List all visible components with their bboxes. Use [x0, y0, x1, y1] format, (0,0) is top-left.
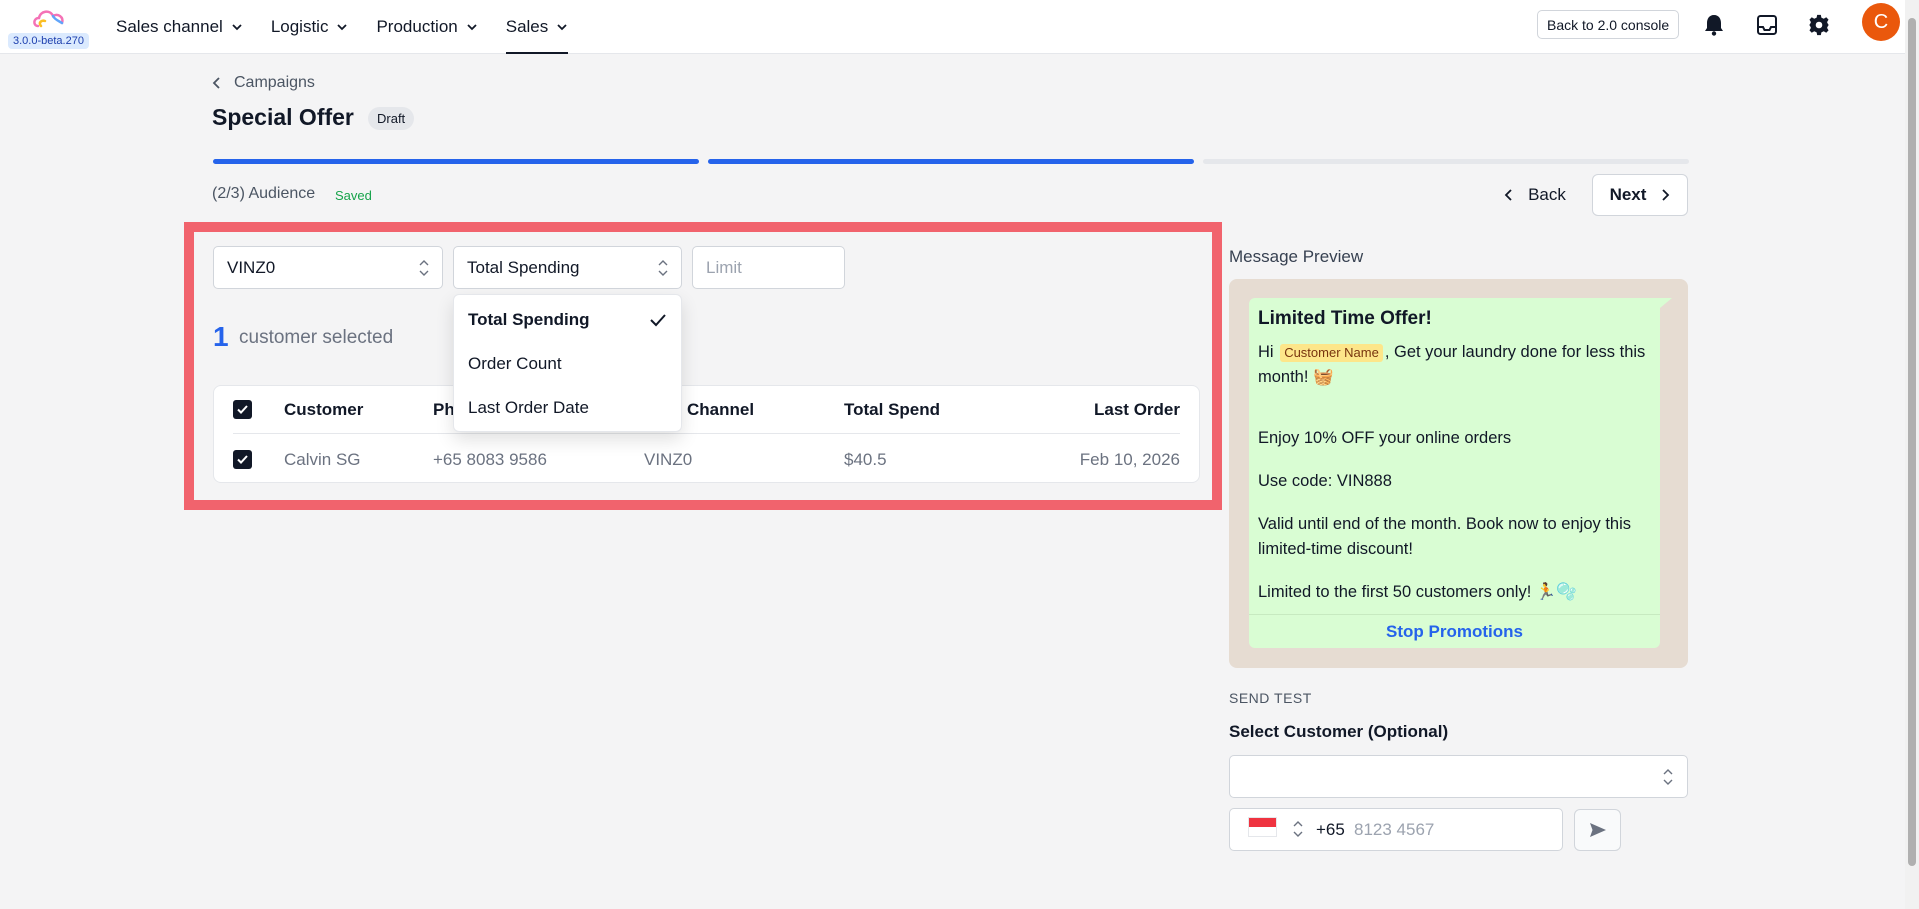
cell-customer: Calvin SG — [284, 450, 361, 469]
message-line: Enjoy 10% OFF your online orders — [1258, 429, 1512, 447]
sort-option-label: Total Spending — [468, 310, 590, 329]
country-code: +65 — [1316, 820, 1345, 839]
row-checkbox[interactable] — [233, 450, 252, 469]
phone-field: +65 — [1229, 808, 1563, 851]
phone-input[interactable] — [1354, 815, 1554, 844]
top-navbar: 3.0.0-beta.270 Sales channel Logistic Pr… — [0, 0, 1905, 54]
send-icon — [1589, 823, 1606, 837]
send-test-heading: SEND TEST — [1229, 690, 1312, 706]
sort-option-total-spending[interactable]: Total Spending — [454, 300, 681, 340]
sort-select[interactable]: Total Spending — [453, 246, 682, 289]
scrollbar-thumb[interactable] — [1908, 18, 1916, 866]
back-button[interactable]: Back — [1490, 174, 1580, 216]
check-icon — [650, 314, 666, 327]
chevron-down-icon — [337, 24, 348, 31]
greeting-prefix: Hi — [1258, 343, 1274, 361]
main-menu: Sales channel Logistic Production Sales — [102, 0, 582, 54]
message-preview-title: Message Preview — [1229, 247, 1364, 266]
step-label: (2/3) Audience — [212, 185, 316, 202]
gear-icon[interactable] — [1806, 12, 1832, 38]
column-header-total-spend[interactable]: Total Spend — [844, 400, 940, 420]
message-bubble: Limited Time Offer! Hi Customer Name, Ge… — [1249, 298, 1660, 648]
check-icon — [237, 455, 248, 464]
sort-select-value: Total Spending — [467, 257, 580, 277]
version-badge: 3.0.0-beta.270 — [8, 33, 89, 49]
bubble-divider — [1249, 614, 1660, 615]
sort-option-label: Last Order Date — [468, 398, 589, 417]
customer-select[interactable] — [1229, 755, 1688, 798]
menu-sales-channel-label: Sales channel — [116, 17, 223, 36]
cloud-logo-icon — [33, 10, 64, 28]
chevron-down-icon — [232, 24, 242, 31]
avatar[interactable]: C — [1862, 3, 1900, 41]
chevron-down-icon — [557, 24, 567, 31]
chevron-updown-icon — [419, 259, 429, 276]
chevron-down-icon — [467, 24, 477, 31]
message-line: Limited to the first 50 customers only! … — [1258, 583, 1577, 601]
menu-sales[interactable]: Sales — [492, 0, 583, 54]
customers-table: Customer Ph Channel Total Spend Last Ord… — [213, 385, 1200, 483]
progress-step-3 — [1203, 159, 1689, 164]
chevron-updown-icon — [658, 259, 668, 276]
column-header-customer[interactable]: Customer — [284, 400, 363, 420]
message-title: Limited Time Offer! — [1258, 308, 1432, 329]
sort-option-order-count[interactable]: Order Count — [454, 344, 681, 384]
message-line: Valid until end of the month. Book now t… — [1258, 515, 1632, 558]
message-line: Use code: VIN888 — [1258, 472, 1392, 490]
column-header-last-order[interactable]: Last Order — [1094, 400, 1180, 420]
customer-name-variable: Customer Name — [1280, 344, 1383, 362]
back-to-console-button[interactable]: Back to 2.0 console — [1537, 10, 1680, 39]
page-scrollbar[interactable] — [1905, 0, 1919, 909]
progress-step-2 — [708, 159, 1194, 164]
chevron-left-icon — [212, 77, 220, 89]
inbox-icon[interactable] — [1754, 12, 1780, 38]
send-test-button[interactable] — [1574, 809, 1621, 851]
chevron-left-icon — [1504, 189, 1512, 201]
cell-channel: VINZ0 — [644, 450, 693, 469]
cell-phone: +65 8083 9586 — [433, 450, 547, 469]
menu-production[interactable]: Production — [362, 0, 491, 54]
column-header-channel[interactable]: Channel — [687, 400, 754, 420]
channel-select[interactable]: VINZ0 — [213, 246, 443, 289]
menu-logistic-label: Logistic — [270, 17, 329, 36]
selected-count: 1 — [213, 321, 229, 352]
progress-step-1 — [213, 159, 699, 164]
bubble-tail — [1660, 298, 1672, 308]
sort-dropdown-menu: Total Spending Order Count Last Order Da… — [453, 294, 682, 432]
channel-select-value: VINZ0 — [227, 257, 276, 277]
select-all-checkbox[interactable] — [233, 400, 252, 419]
back-button-label: Back — [1528, 185, 1566, 204]
stop-promotions-link[interactable]: Stop Promotions — [1249, 622, 1660, 642]
sort-option-label: Order Count — [468, 354, 562, 373]
check-icon — [237, 405, 248, 414]
breadcrumb[interactable]: Campaigns — [212, 74, 315, 92]
chevron-updown-icon — [1663, 769, 1673, 785]
limit-input[interactable] — [692, 246, 845, 289]
sort-option-last-order-date[interactable]: Last Order Date — [454, 388, 681, 428]
message-greeting: Hi Customer Name, Get your laundry done … — [1258, 340, 1653, 389]
cell-last-order: Feb 10, 2026 — [1079, 450, 1180, 469]
chevron-updown-icon[interactable] — [1293, 820, 1303, 838]
column-header-phone[interactable]: Ph — [433, 400, 455, 420]
cell-total-spend: $40.5 — [844, 450, 887, 469]
table-divider — [233, 433, 1180, 434]
menu-production-label: Production — [376, 17, 458, 36]
saved-status: Saved — [335, 188, 372, 203]
breadcrumb-campaigns[interactable]: Campaigns — [234, 74, 315, 92]
next-button-label: Next — [1609, 185, 1647, 204]
select-customer-label: Select Customer (Optional) — [1229, 722, 1449, 741]
app-logo[interactable]: 3.0.0-beta.270 — [8, 6, 98, 50]
menu-sales-channel[interactable]: Sales channel — [102, 0, 257, 54]
status-badge: Draft — [368, 107, 415, 130]
selected-label: customer selected — [239, 327, 394, 348]
next-button[interactable]: Next — [1592, 174, 1688, 216]
bell-icon[interactable] — [1701, 12, 1727, 38]
singapore-flag-icon[interactable] — [1248, 817, 1277, 837]
chevron-right-icon — [1662, 189, 1670, 201]
page-title: Special Offer — [212, 104, 354, 130]
menu-logistic[interactable]: Logistic — [257, 0, 363, 54]
menu-sales-label: Sales — [505, 17, 549, 36]
message-preview: Limited Time Offer! Hi Customer Name, Ge… — [1229, 279, 1688, 668]
